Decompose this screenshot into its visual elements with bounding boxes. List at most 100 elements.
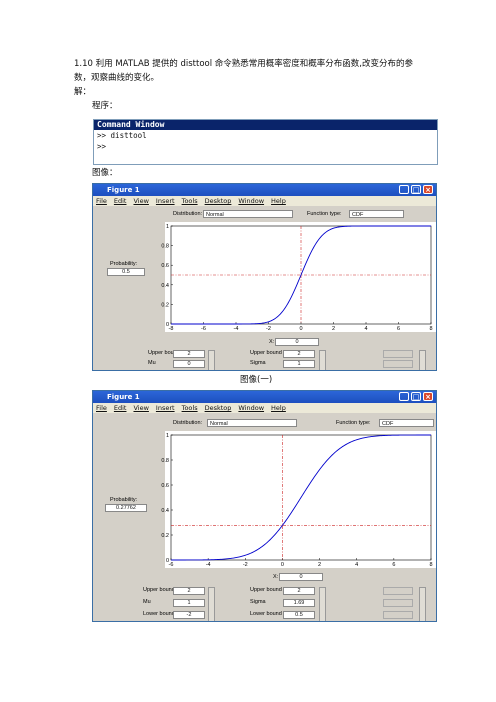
probability-value: 0.5 xyxy=(107,268,145,276)
menu-desktop[interactable]: Desktop xyxy=(205,404,232,412)
solution-label: 解： xyxy=(74,87,92,97)
cdf-plot[interactable]: -6 -4 -2 0 2 4 6 8 0 0.2 0.4 0.6 0.8 1 xyxy=(161,431,437,568)
x-input[interactable]: 0 xyxy=(279,573,323,581)
x-tick-label: -6 xyxy=(201,326,206,332)
menu-edit[interactable]: Edit xyxy=(114,197,127,205)
distribution-label: Distribution: xyxy=(173,420,203,426)
param3-disabled xyxy=(383,599,413,607)
function-type-select[interactable]: CDF xyxy=(379,419,434,427)
function-type-label: Function type: xyxy=(336,420,371,426)
figure-1-caption: 图像(一) xyxy=(240,375,273,385)
sigma-slider[interactable] xyxy=(319,350,326,370)
sigma-upper-input[interactable]: 2 xyxy=(283,350,315,358)
y-tick-label: 0.6 xyxy=(161,483,169,489)
mu-slider[interactable] xyxy=(208,350,215,370)
mu-upper-input[interactable]: 2 xyxy=(173,350,205,358)
figure-title: Figure 1 xyxy=(107,393,140,401)
x-tick-label: 6 xyxy=(397,326,400,332)
figure-title: Figure 1 xyxy=(107,186,140,194)
param3-slider-disabled xyxy=(419,587,426,621)
probability-label: Probability: xyxy=(110,261,138,267)
probability-value: 0.27762 xyxy=(105,504,147,512)
y-tick-label: 0 xyxy=(166,322,169,328)
y-tick-label: 0.6 xyxy=(161,263,169,269)
y-tick-label: 1 xyxy=(166,433,169,439)
menu-window[interactable]: Window xyxy=(238,197,264,205)
command-window-title: Command Window xyxy=(94,120,437,130)
menu-edit[interactable]: Edit xyxy=(114,404,127,412)
cdf-plot[interactable]: -8 -6 -4 -2 0 2 4 6 8 0 0.2 0.4 0.6 0.8 1 xyxy=(161,222,437,332)
figure-titlebar: Figure 1 _ □ × xyxy=(93,391,436,403)
menu-help[interactable]: Help xyxy=(271,404,286,412)
command-window[interactable]: Command Window >> disttool >> xyxy=(93,119,438,165)
x-tick-label: 4 xyxy=(355,562,358,568)
menu-file[interactable]: File xyxy=(96,197,107,205)
distribution-select[interactable]: Normal xyxy=(207,419,297,427)
mu-label: Mu xyxy=(143,599,151,605)
close-icon[interactable]: × xyxy=(423,392,433,401)
x-tick-label: 8 xyxy=(429,562,432,568)
menu-file[interactable]: File xyxy=(96,404,107,412)
menu-insert[interactable]: Insert xyxy=(156,404,175,412)
probability-label: Probability: xyxy=(110,497,138,503)
sigma-slider[interactable] xyxy=(319,587,326,621)
sigma-lower-input[interactable]: 0.5 xyxy=(283,611,315,619)
menu-window[interactable]: Window xyxy=(238,404,264,412)
problem-statement: 1.10 利用 MATLAB 提供的 disttool 命令熟悉常用概率密度和概… xyxy=(74,57,434,99)
mu-slider[interactable] xyxy=(208,587,215,621)
mu-input[interactable]: 1 xyxy=(173,599,205,607)
sigma-label: Sigma xyxy=(250,360,266,366)
function-type-label: Function type: xyxy=(307,211,342,217)
menu-bar: File Edit View Insert Tools Desktop Window Help xyxy=(93,196,436,206)
menu-view[interactable]: View xyxy=(133,404,148,412)
menu-tools[interactable]: Tools xyxy=(182,197,198,205)
y-tick-label: 0.2 xyxy=(161,302,169,308)
y-tick-label: 0.8 xyxy=(161,458,169,464)
x-tick-label: 0 xyxy=(281,562,284,568)
menu-view[interactable]: View xyxy=(133,197,148,205)
minimize-icon[interactable]: _ xyxy=(399,185,409,194)
mu-input[interactable]: 0 xyxy=(173,360,205,368)
x-tick-label: -2 xyxy=(266,326,271,332)
y-tick-label: 0 xyxy=(166,558,169,564)
x-tick-label: 0 xyxy=(299,326,302,332)
y-tick-label: 0.8 xyxy=(161,244,169,250)
param3-slider-disabled xyxy=(419,350,426,370)
distribution-select[interactable]: Normal xyxy=(203,210,293,218)
menu-bar: File Edit View Insert Tools Desktop Window Help xyxy=(93,403,436,413)
figure-window-2: Figure 1 _ □ × File Edit View Insert Tools De… xyxy=(92,390,437,622)
figure-window-1: Figure 1 _ □ × File Edit View Insert Tools De… xyxy=(92,183,437,371)
minimize-icon[interactable]: _ xyxy=(399,392,409,401)
command-line-1: >> disttool xyxy=(97,131,147,140)
x-tick-label: 4 xyxy=(364,326,367,332)
param3-disabled xyxy=(383,360,413,368)
problem-line-2: 数，观察曲线的变化。 xyxy=(74,73,160,83)
param3-upper-disabled xyxy=(383,587,413,595)
x-tick-label: 2 xyxy=(318,562,321,568)
maximize-icon[interactable]: □ xyxy=(411,185,421,194)
x-tick-label: -6 xyxy=(169,562,174,568)
y-tick-label: 0.4 xyxy=(161,283,169,289)
x-input[interactable]: 0 xyxy=(275,338,319,346)
close-icon[interactable]: × xyxy=(423,185,433,194)
x-tick-label: -4 xyxy=(234,326,239,332)
sigma-lower-label: Lower bound xyxy=(250,611,282,617)
menu-insert[interactable]: Insert xyxy=(156,197,175,205)
x-tick-label: -4 xyxy=(206,562,211,568)
x-tick-label: -2 xyxy=(243,562,248,568)
mu-lower-input[interactable]: -2 xyxy=(173,611,205,619)
sigma-input[interactable]: 1 xyxy=(283,360,315,368)
param3-lower-disabled xyxy=(383,611,413,619)
mu-upper-input[interactable]: 2 xyxy=(173,587,205,595)
x-tick-label: 6 xyxy=(392,562,395,568)
menu-tools[interactable]: Tools xyxy=(182,404,198,412)
menu-desktop[interactable]: Desktop xyxy=(205,197,232,205)
function-type-select[interactable]: CDF xyxy=(349,210,404,218)
sigma-upper-input[interactable]: 2 xyxy=(283,587,315,595)
sigma-input[interactable]: 1.69 xyxy=(283,599,315,607)
mu-upper-label: Upper bound xyxy=(143,587,175,593)
menu-help[interactable]: Help xyxy=(271,197,286,205)
program-label: 程序： xyxy=(92,101,118,111)
maximize-icon[interactable]: □ xyxy=(411,392,421,401)
sigma-upper-label: Upper bound xyxy=(250,587,282,593)
